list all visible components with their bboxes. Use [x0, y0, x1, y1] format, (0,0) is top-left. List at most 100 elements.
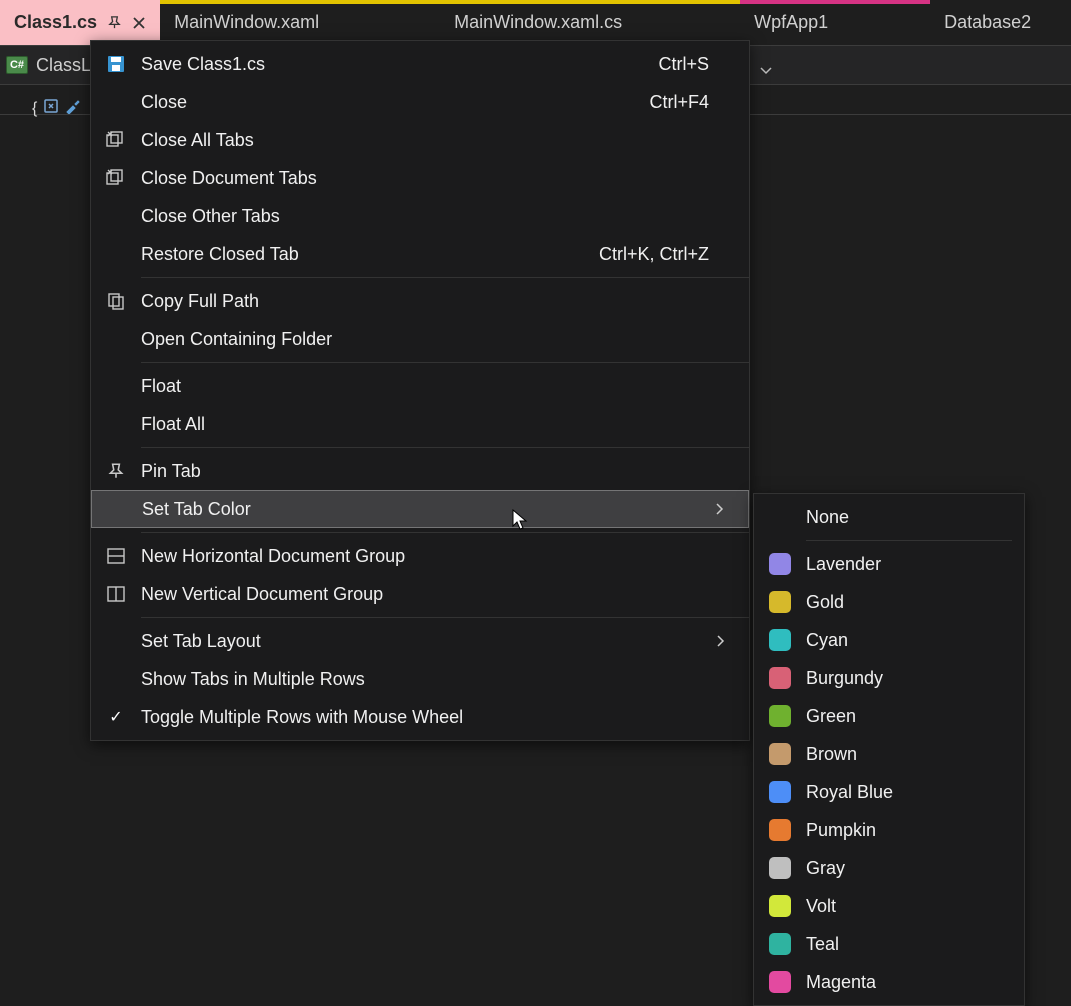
color-item[interactable]: Teal [754, 925, 1024, 963]
tab-mainwindow-xaml[interactable]: MainWindow.xaml [160, 0, 440, 45]
menu-item[interactable]: Open Containing Folder [91, 320, 749, 358]
dropdown-arrow-icon[interactable] [756, 56, 776, 86]
tab-wpfapp1[interactable]: WpfApp1 [740, 0, 930, 45]
tab-color-bar [160, 0, 440, 4]
menu-item[interactable]: Save Class1.cs Ctrl+S [91, 45, 749, 83]
tab-label: MainWindow.xaml.cs [454, 12, 622, 33]
menu-item[interactable]: Copy Full Path [91, 282, 749, 320]
submenu-arrow-icon [708, 503, 732, 515]
color-item-label: Volt [806, 896, 1012, 917]
vgroup-icon [91, 585, 141, 603]
menu-item-label: New Vertical Document Group [141, 584, 709, 605]
color-item-label: Brown [806, 744, 1012, 765]
menu-item[interactable]: CloseCtrl+F4 [91, 83, 749, 121]
tab-database2[interactable]: Database2 [930, 0, 1045, 45]
color-item[interactable]: Volt [754, 887, 1024, 925]
menu-item[interactable]: New Horizontal Document Group [91, 537, 749, 575]
color-item[interactable]: Gold [754, 583, 1024, 621]
tab-bar: Class1.cs MainWindow.xaml MainWindow.xam… [0, 0, 1071, 45]
color-item-label: Pumpkin [806, 820, 1012, 841]
color-swatch [754, 705, 806, 727]
tab-color-submenu: None Lavender Gold Cyan Burgundy Green Brown Ro… [753, 493, 1025, 1006]
menu-item-label: Copy Full Path [141, 291, 709, 312]
menu-item-shortcut: Ctrl+K, Ctrl+Z [599, 244, 709, 265]
tab-class1[interactable]: Class1.cs [0, 0, 160, 45]
tab-context-menu: Save Class1.cs Ctrl+S CloseCtrl+F4 Close Al… [90, 40, 750, 741]
tab-label: MainWindow.xaml [174, 12, 319, 33]
menu-item-label: Set Tab Color [142, 499, 708, 520]
save-icon [91, 54, 141, 74]
menu-item[interactable]: Close Document Tabs [91, 159, 749, 197]
color-item-label: Magenta [806, 972, 1012, 993]
tab-mainwindow-xaml-cs[interactable]: MainWindow.xaml.cs [440, 0, 740, 45]
color-item[interactable]: Lavender [754, 545, 1024, 583]
menu-item[interactable]: Close Other Tabs [91, 197, 749, 235]
menu-item-shortcut: Ctrl+F4 [649, 92, 709, 113]
menu-item-shortcut: Ctrl+S [658, 54, 709, 75]
color-swatch [754, 857, 806, 879]
menu-item[interactable]: Set Tab Layout [91, 622, 749, 660]
submenu-arrow-icon [709, 635, 733, 647]
color-item[interactable]: Cyan [754, 621, 1024, 659]
menu-item[interactable]: Show Tabs in Multiple Rows [91, 660, 749, 698]
csharp-icon: C# [6, 56, 28, 74]
mouse-cursor [512, 509, 530, 531]
close-icon[interactable] [132, 16, 146, 30]
menu-item[interactable]: Set Tab Color [91, 490, 749, 528]
menu-item-label: Restore Closed Tab [141, 244, 579, 265]
color-swatch [754, 781, 806, 803]
color-item[interactable]: Green [754, 697, 1024, 735]
menu-item-label: Float All [141, 414, 709, 435]
color-item[interactable]: Burgundy [754, 659, 1024, 697]
closeall-icon [91, 130, 141, 150]
color-item-label: Burgundy [806, 668, 1012, 689]
expand-icon[interactable] [43, 98, 59, 119]
color-item[interactable]: Pumpkin [754, 811, 1024, 849]
menu-separator [141, 277, 749, 278]
closedoc-icon [91, 168, 141, 188]
color-item-label: None [806, 507, 1012, 528]
menu-item-label: Toggle Multiple Rows with Mouse Wheel [141, 707, 709, 728]
menu-item[interactable]: Close All Tabs [91, 121, 749, 159]
menu-item[interactable]: New Vertical Document Group [91, 575, 749, 613]
menu-item-label: Open Containing Folder [141, 329, 709, 350]
menu-item[interactable]: Float [91, 367, 749, 405]
copy-icon [91, 291, 141, 311]
color-swatch [754, 743, 806, 765]
color-item-label: Lavender [806, 554, 1012, 575]
menu-item[interactable]: Float All [91, 405, 749, 443]
menu-item-label: Close Document Tabs [141, 168, 709, 189]
menu-separator [141, 447, 749, 448]
menu-item-label: Close Other Tabs [141, 206, 709, 227]
pin-icon [91, 462, 141, 480]
menu-item-label: Save Class1.cs [141, 54, 638, 75]
editor-gutter-icons: { [32, 98, 81, 119]
menu-item[interactable]: Restore Closed Tab Ctrl+K, Ctrl+Z [91, 235, 749, 273]
menu-item[interactable]: Toggle Multiple Rows with Mouse Wheel [91, 698, 749, 736]
menu-item-label: Float [141, 376, 709, 397]
project-label: ClassL [36, 55, 91, 76]
brace-icon: { [32, 100, 37, 118]
color-item-label: Royal Blue [806, 782, 1012, 803]
menu-icon [91, 707, 141, 727]
color-item-label: Teal [806, 934, 1012, 955]
color-item[interactable]: Gray [754, 849, 1024, 887]
color-item[interactable]: Brown [754, 735, 1024, 773]
pin-icon[interactable] [107, 15, 122, 30]
menu-item[interactable]: Pin Tab [91, 452, 749, 490]
color-item[interactable]: None [754, 498, 1024, 536]
screwdriver-icon[interactable] [65, 98, 81, 119]
color-swatch [754, 667, 806, 689]
color-item[interactable]: Royal Blue [754, 773, 1024, 811]
menu-item-label: Set Tab Layout [141, 631, 709, 652]
menu-item-label: Pin Tab [141, 461, 709, 482]
menu-separator [141, 617, 749, 618]
color-item-label: Gold [806, 592, 1012, 613]
color-swatch [754, 629, 806, 651]
menu-item-label: Close All Tabs [141, 130, 709, 151]
color-swatch [754, 819, 806, 841]
menu-separator [806, 540, 1012, 541]
color-swatch [754, 895, 806, 917]
hgroup-icon [91, 547, 141, 565]
color-item[interactable]: Magenta [754, 963, 1024, 1001]
